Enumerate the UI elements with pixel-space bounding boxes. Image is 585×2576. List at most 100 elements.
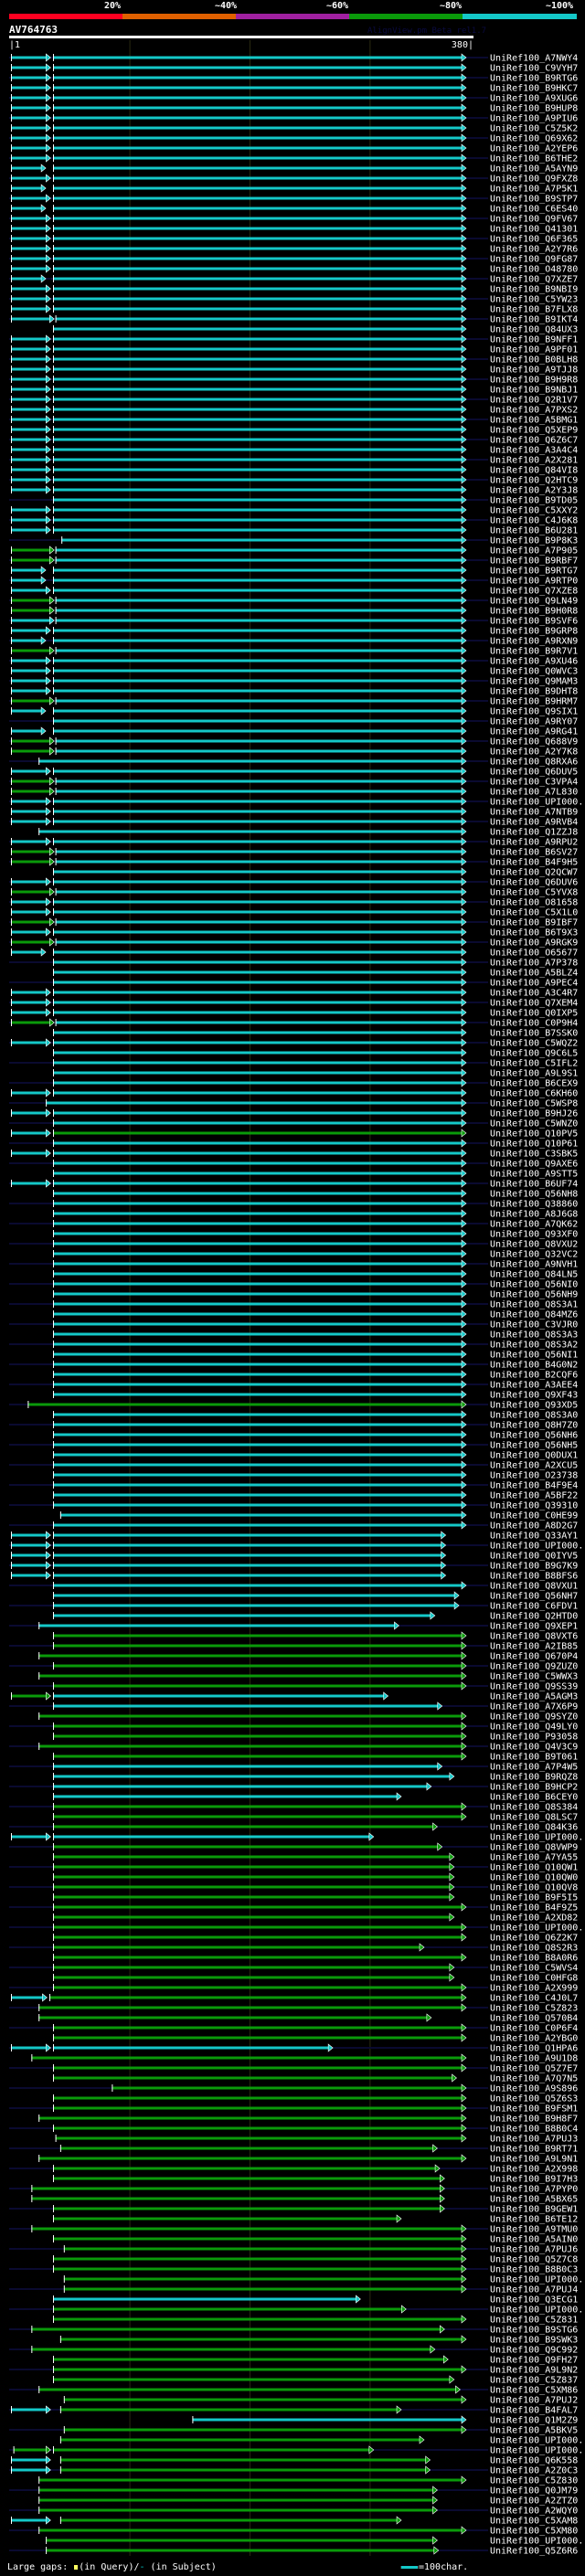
hsp-bar[interactable] [52,1493,463,1497]
hsp-bar[interactable] [52,1352,463,1356]
hit-label[interactable]: UniRef100_A7PUJ2 [490,2396,578,2406]
hit-label[interactable]: UniRef100_Q0JM79 [490,2486,578,2496]
hit-row[interactable]: UniRef100_B9GRP8 [11,626,578,637]
hit-label[interactable]: UniRef100_Q6DUV6 [490,878,578,888]
hit-row[interactable]: UniRef100_Q6F365 [9,234,578,245]
hsp-bar[interactable] [11,227,47,230]
hsp-bar[interactable] [52,1121,463,1125]
hsp-bar[interactable] [11,196,47,200]
hit-label[interactable]: UniRef100_Q56NH7 [490,1592,578,1602]
hit-label[interactable]: UniRef100_Q7XEM4 [490,999,578,1009]
hsp-bar[interactable] [11,578,42,582]
hit-row[interactable]: UniRef100_Q9SS39 [9,1681,578,1692]
hsp-bar[interactable] [11,267,47,270]
hsp-bar[interactable] [52,126,463,130]
hit-label[interactable]: UniRef100_Q9LN49 [490,597,578,607]
hit-label[interactable]: UniRef100_Q8S3A3 [490,1330,578,1341]
hsp-bar[interactable] [55,599,463,602]
hsp-bar[interactable] [11,1533,47,1537]
hsp-bar[interactable] [52,689,463,693]
hit-row[interactable]: UniRef100_Q10QW1 [9,1862,578,1873]
hsp-bar[interactable] [52,840,463,843]
hsp-bar[interactable] [11,377,47,381]
hit-label[interactable]: UniRef100_C5IFL2 [490,1059,578,1069]
hit-label[interactable]: UniRef100_UPI000.. [490,2436,585,2446]
hsp-bar[interactable] [31,2227,462,2231]
hit-label[interactable]: UniRef100_Q9FH27 [490,2356,578,2366]
hsp-bar[interactable] [31,2187,441,2190]
hit-row[interactable]: UniRef100_B9NFF1 [9,334,578,345]
hit-label[interactable]: UniRef100_Q9ZUZ0 [490,1662,578,1672]
hit-row[interactable]: UniRef100_C5Z831 [52,2315,578,2326]
hit-label[interactable]: UniRef100_Q8S384 [490,1803,578,1813]
hit-row[interactable]: UniRef100_A7QK62 [9,1219,578,1230]
hit-label[interactable]: UniRef100_B9FSM1 [490,2104,578,2115]
hit-label[interactable]: UniRef100_Q8VWP9 [490,1843,578,1853]
hsp-bar[interactable] [38,2116,463,2120]
hit-label[interactable]: UniRef100_C6ES40 [490,205,578,215]
hsp-bar[interactable] [11,337,47,341]
hit-row[interactable]: UniRef100_B9RQZ8 [52,1772,578,1783]
hsp-bar[interactable] [11,297,47,301]
hit-row[interactable]: UniRef100_A7NWY4 [9,53,578,64]
hit-label[interactable]: UniRef100_C5Z823 [490,2004,578,2014]
hsp-bar[interactable] [52,1393,463,1396]
hit-row[interactable]: UniRef100_A2YEP6 [11,143,578,154]
hit-row[interactable]: UniRef100_B9HJ26 [11,1108,578,1119]
hsp-bar[interactable] [55,317,463,321]
hsp-bar[interactable] [11,1564,47,1567]
hit-label[interactable]: UniRef100_UPI000.. [490,2446,585,2456]
hit-row[interactable]: UniRef100_A7PUJ2 [63,2395,579,2406]
hit-label[interactable]: UniRef100_Q84LN5 [490,1270,578,1280]
hit-row[interactable]: UniRef100_Q1HPA6 [9,2043,578,2054]
hsp-bar[interactable] [52,347,463,351]
hit-row[interactable]: UniRef100_Q6Z6C7 [9,435,578,446]
hit-row[interactable]: UniRef100_Q10QV8 [9,1882,578,1893]
hit-label[interactable]: UniRef100_C5Z837 [490,2376,578,2386]
hit-row[interactable]: UniRef100_A5AIN0 [52,2234,578,2245]
hit-row[interactable]: UniRef100_C0P9H4 [9,1018,578,1029]
hit-row[interactable]: UniRef100_A2XCU5 [9,1460,578,1471]
hsp-bar[interactable] [52,578,463,582]
hit-row[interactable]: UniRef100_C5IFL2 [9,1058,578,1069]
hit-row[interactable]: UniRef100_Q8S2R3 [9,1943,578,1954]
hit-row[interactable]: UniRef100_UPI000.. [59,2435,585,2446]
hsp-bar[interactable] [38,2498,433,2502]
hit-row[interactable]: UniRef100_B6T9X3 [11,928,578,938]
hit-row[interactable]: UniRef100_C5YW23 [9,294,578,305]
hsp-bar[interactable] [52,96,463,100]
hit-row[interactable]: UniRef100_Q9XF43 [52,1390,578,1401]
hsp-bar[interactable] [52,1141,463,1145]
hit-label[interactable]: UniRef100_C5WVS4 [490,1964,578,1974]
hit-label[interactable]: UniRef100_Q56NH8 [490,1190,578,1200]
hit-row[interactable]: UniRef100_B6CEX9 [9,1078,578,1089]
hit-label[interactable]: UniRef100_B7SSK0 [490,1029,578,1039]
hit-label[interactable]: UniRef100_Q2HTD0 [490,1612,578,1622]
hsp-bar[interactable] [38,2157,463,2160]
hit-row[interactable]: UniRef100_Q1ZZJ8 [38,827,578,838]
hsp-bar[interactable] [11,56,47,59]
hit-label[interactable]: UniRef100_A9STT5 [490,1170,578,1180]
hit-row[interactable]: UniRef100_B9H0R8 [11,606,578,617]
hit-row[interactable]: UniRef100_A9PEC4 [9,978,578,989]
hit-label[interactable]: UniRef100_Q1M2Z9 [490,2416,578,2426]
hit-row[interactable]: UniRef100_A9RY07 [9,716,578,727]
hsp-bar[interactable] [52,146,463,150]
hit-label[interactable]: UniRef100_Q10P61 [490,1140,578,1150]
hsp-bar[interactable] [52,568,463,572]
hsp-bar[interactable] [52,2106,463,2110]
hit-label[interactable]: UniRef100_Q688V9 [490,737,578,747]
hit-label[interactable]: UniRef100_Q9FV67 [490,215,578,225]
hit-row[interactable]: UniRef100_Q9SIX1 [11,706,578,717]
hsp-bar[interactable] [38,830,463,833]
hsp-bar[interactable] [52,910,463,914]
hsp-bar[interactable] [55,558,463,562]
hsp-bar[interactable] [55,609,463,612]
hsp-bar[interactable] [52,1553,441,1557]
hit-label[interactable]: UniRef100_Q9SS39 [490,1682,578,1692]
hit-label[interactable]: UniRef100_B6CEY0 [490,1793,578,1803]
hit-label[interactable]: UniRef100_C3VJR0 [490,1320,578,1330]
hsp-bar[interactable] [11,317,50,321]
hit-row[interactable]: UniRef100_A2YBG0 [52,2033,578,2044]
hsp-bar[interactable] [63,2247,462,2251]
